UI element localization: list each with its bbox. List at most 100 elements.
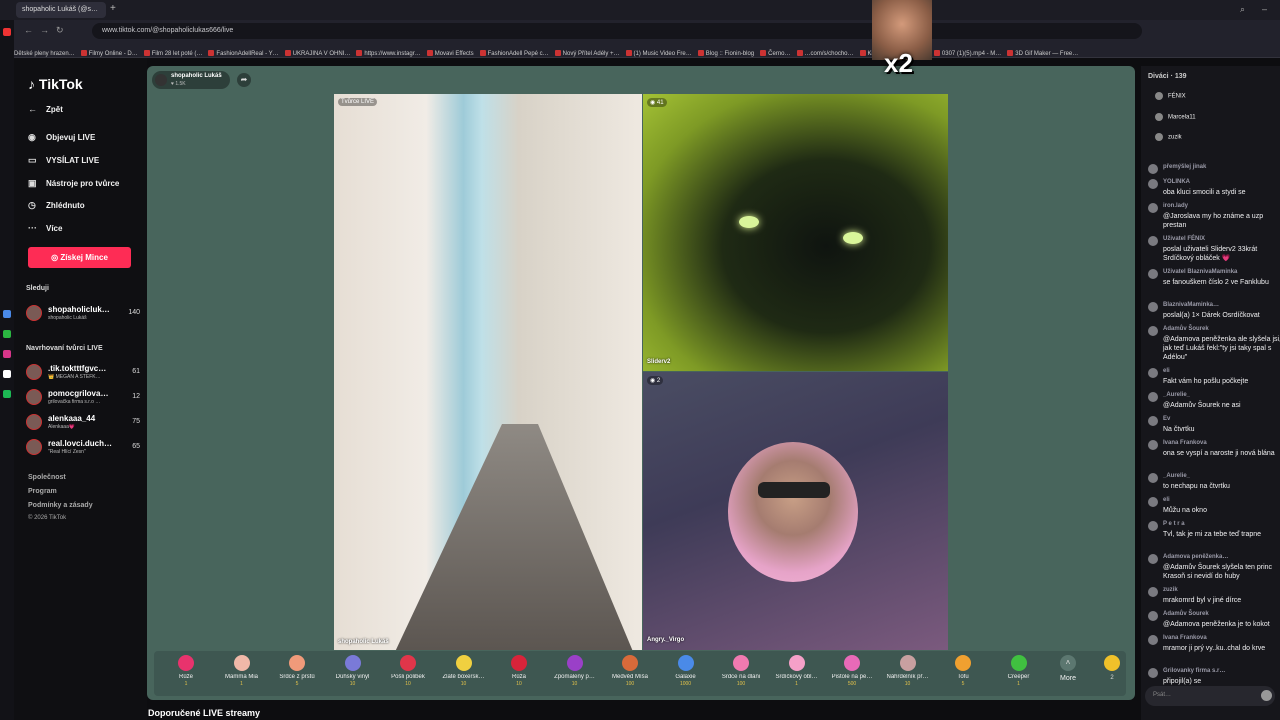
browser-tab[interactable]: shopaholic Lukáš (@s… [16, 2, 106, 18]
chat-username[interactable]: Ivana Frankova [1163, 635, 1207, 641]
url-field[interactable]: www.tiktok.com/@shopaholiclukas666/live [92, 23, 1142, 39]
bookmark-item[interactable]: 3D Gif Maker — Free… [1007, 46, 1078, 57]
top-viewer[interactable]: Marcela11 [1155, 113, 1196, 121]
avatar[interactable] [1148, 440, 1158, 450]
chat-username[interactable]: Adamův Šourek [1163, 611, 1209, 617]
search-icon[interactable]: ⌕ [1240, 4, 1245, 15]
back-link[interactable]: ← Zpět [28, 104, 63, 114]
chat-username[interactable]: eli [1163, 497, 1170, 503]
gift-item[interactable]: Pistole na pe… 500 [826, 655, 878, 693]
more-gifts-button[interactable]: ˄ More [1052, 655, 1084, 682]
avatar[interactable] [1148, 302, 1158, 312]
forward-arrow-icon[interactable]: → [40, 25, 49, 35]
gift-item[interactable]: Creeper 1 [993, 655, 1045, 693]
gift-item[interactable]: Srdce z prstů 5 [271, 655, 323, 693]
bookmark-item[interactable]: 0307 (1)(5).mp4 - M… [933, 46, 1001, 57]
avatar[interactable] [1148, 497, 1158, 507]
suggested-account[interactable]: .tik.toktttfgvc… 👑 MEGAN A ŠTEFK… 61 [24, 361, 144, 383]
gift-item[interactable]: Medvěd Míša 100 [604, 655, 656, 693]
get-coins-button[interactable]: ◎ Získej Mince [28, 247, 131, 268]
avatar[interactable] [1148, 521, 1158, 531]
bookmark-item[interactable]: Černo… [760, 46, 791, 57]
reload-icon[interactable]: ↻ [56, 25, 64, 36]
avatar[interactable] [1148, 635, 1158, 645]
footer-company[interactable]: Společnost [28, 474, 66, 481]
avatar[interactable] [1148, 473, 1158, 483]
bookmark-item[interactable]: FashionAdellReal - Y… [208, 46, 279, 57]
gift-item[interactable]: Zpomalený p… 10 [549, 655, 601, 693]
bookmark-item[interactable]: …com/s/chocho… [796, 46, 854, 57]
chat-username[interactable]: Adamova peněženka… [1163, 554, 1228, 560]
gift-item[interactable]: Růže 1 [160, 655, 212, 693]
avatar[interactable] [1148, 269, 1158, 279]
chat-username[interactable]: eli [1163, 368, 1170, 374]
chat-username[interactable]: BlaznivaMaminka… [1163, 302, 1219, 308]
gift-item[interactable]: Tofu 5 [937, 655, 989, 693]
chat-username[interactable]: Uživatel FÉNIX [1163, 236, 1205, 242]
spotify-icon[interactable] [3, 390, 11, 398]
avatar[interactable] [1148, 554, 1158, 564]
nav-more[interactable]: ··· Více [28, 223, 62, 233]
chat-username[interactable]: Adamův Šourek [1163, 326, 1209, 332]
top-viewer[interactable]: FÉNIX [1155, 92, 1186, 100]
opera-icon[interactable] [3, 28, 11, 36]
bookmark-item[interactable]: Dětské pleny hrazen… [6, 46, 75, 57]
emoji-icon[interactable] [1261, 690, 1272, 701]
nav-creator-tools[interactable]: ▣ Nástroje pro tvůrce [28, 178, 119, 189]
avatar[interactable] [1148, 164, 1158, 174]
bookmark-item[interactable]: Nový Přítel Adély +… [554, 46, 620, 57]
gift-item[interactable]: Galaxie 1000 [660, 655, 712, 693]
bookmark-item[interactable]: Blog :: Fionin-blog [697, 46, 754, 57]
chat-username[interactable]: Ev [1163, 416, 1170, 422]
chat-username[interactable]: _Aurelie_ [1163, 392, 1190, 398]
bookmark-item[interactable]: Movavi Effects [426, 46, 474, 57]
share-icon[interactable]: ➦ [237, 73, 251, 87]
avatar[interactable] [1148, 392, 1158, 402]
avatar[interactable] [1148, 368, 1158, 378]
chat-username[interactable]: zuzik [1163, 587, 1178, 593]
following-account[interactable]: shopaholicluk… shopaholic Lukáš 140 [24, 302, 144, 324]
footer-program[interactable]: Program [28, 488, 57, 495]
gift-item[interactable]: Zlaté boxersk… 10 [438, 655, 490, 693]
gift-item[interactable]: Náhrdelník př… 10 [882, 655, 934, 693]
chat-input[interactable]: Psát… [1145, 686, 1275, 706]
host-chip[interactable]: shopaholic Lukáš ♥ 1.5K [152, 71, 230, 89]
bookmark-item[interactable]: Film 28 let poté (… [143, 46, 202, 57]
nav-watched[interactable]: ◷ Zhlédnuto [28, 200, 85, 211]
gift-item[interactable]: Srdíčkový obl… 1 [771, 655, 823, 693]
chat-username[interactable]: YOLINKA [1163, 179, 1190, 185]
gift-item[interactable]: Mamma Mia 1 [216, 655, 268, 693]
suggested-account[interactable]: real.lovci.duch… "Real Hlící Zesn" 65 [24, 436, 144, 458]
gift-item[interactable]: Pošli polibek 10 [382, 655, 434, 693]
new-tab-icon[interactable]: + [110, 3, 116, 14]
suggested-account[interactable]: pomocgrilova… grilovačka firma s.r.o … 1… [24, 386, 144, 408]
chat-username[interactable]: P e t r a [1163, 521, 1185, 527]
avatar[interactable] [1148, 668, 1158, 678]
instagram-icon[interactable] [3, 350, 11, 358]
bookmark-item[interactable]: (1) Music Video Fre… [625, 46, 692, 57]
guest-video-pane[interactable]: ◉ 41 Sliderv2 [643, 94, 948, 371]
tiktok-icon[interactable] [3, 370, 11, 378]
nav-go-live[interactable]: ▭ VYSÍLAT LIVE [28, 155, 99, 166]
suggested-account[interactable]: alenkaaa_44 Alenkaaa💗 75 [24, 411, 144, 433]
minimize-icon[interactable]: – [1262, 4, 1267, 14]
avatar[interactable] [1148, 611, 1158, 621]
nav-discover-live[interactable]: ◉ Objevuj LIVE [28, 132, 95, 143]
gift-item[interactable]: Srdce na dlani 100 [715, 655, 767, 693]
whatsapp-icon[interactable] [3, 330, 11, 338]
guest-video-pane[interactable]: ◉ 2 Angry._Virgo [643, 372, 948, 650]
avatar[interactable] [1148, 326, 1158, 336]
viewers-title[interactable]: Diváci · 139 [1148, 73, 1187, 80]
chat-username[interactable]: přemýšlej jinak [1163, 164, 1206, 170]
avatar[interactable] [1148, 236, 1158, 246]
top-viewer[interactable]: zuzik [1155, 133, 1182, 141]
host-video-pane[interactable]: Tvůrce LIVE shopaholic Lukáš [334, 94, 642, 650]
back-arrow-icon[interactable]: ← [24, 25, 33, 35]
gift-item[interactable]: Dúhský vinyl 10 [327, 655, 379, 693]
bookmark-item[interactable]: Filmy Online - D… [80, 46, 138, 57]
chat-username[interactable]: _Aurelie_ [1163, 473, 1190, 479]
footer-terms[interactable]: Podmínky a zásady [28, 502, 93, 509]
coin-balance[interactable]: 2 [1100, 655, 1124, 681]
messenger-icon[interactable] [3, 310, 11, 318]
chat-username[interactable]: iron.lady [1163, 203, 1188, 209]
